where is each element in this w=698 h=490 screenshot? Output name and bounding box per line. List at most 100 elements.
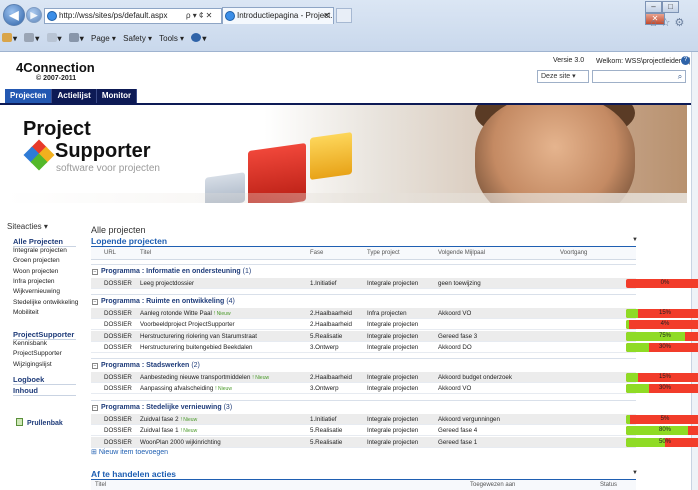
welcome-menu[interactable]: Welkom: WSS\projectleider ▾ |	[596, 57, 690, 65]
leftnav-item[interactable]: Integrale projecten	[13, 247, 67, 254]
safety-menu[interactable]: Safety ▾	[123, 34, 152, 43]
recycle-bin-link[interactable]: Prullenbak	[16, 418, 63, 427]
maximize-button[interactable]: □	[662, 1, 679, 13]
project-title-link[interactable]: Zuidval fase 1! Nieuw	[140, 425, 197, 437]
page-scrollbar[interactable]	[691, 52, 698, 490]
column-header[interactable]: Volgende Mijlpaal	[438, 250, 485, 256]
leftnav-item[interactable]: Mobiliteit	[13, 309, 39, 316]
leftnav-item[interactable]: Wijkvernieuwing	[13, 288, 60, 295]
project-title-link[interactable]: Aanpassing afvalscheiding! Nieuw	[140, 383, 232, 395]
ie-icon	[225, 11, 235, 21]
minimize-button[interactable]: –	[645, 1, 662, 13]
group-count: (1)	[242, 268, 252, 275]
project-title-link[interactable]: Herstructurering buitengebied Beekdalen	[140, 342, 252, 353]
project-title-link[interactable]: Aanbesteding nieuwe transportmiddelen! N…	[140, 372, 269, 384]
column-header[interactable]: Type project	[367, 250, 400, 256]
leftnav-item[interactable]: Woon projecten	[13, 268, 58, 275]
collapse-icon[interactable]: −	[92, 269, 98, 275]
add-new-item-link[interactable]: ⊞ Nieuw item toevoegen	[91, 448, 168, 456]
help-command[interactable]: ▾	[191, 33, 206, 43]
type-cell: Integrale projecten	[367, 427, 419, 435]
new-badge: ! Nieuw	[215, 386, 232, 393]
progress-bar: 4%	[626, 320, 698, 330]
column-header[interactable]: Voortgang	[560, 250, 587, 256]
search-icon[interactable]: ⌕	[675, 71, 685, 82]
new-tab-button[interactable]	[336, 8, 352, 23]
group-header[interactable]: − Programma : Ruimte en ontwikkeling (4)	[91, 294, 636, 307]
dossier-link[interactable]: DOSSIER	[104, 319, 132, 330]
forward-button[interactable]: ▶	[26, 7, 42, 23]
command-bar: ▾ ▾ ▾ ▾ Page ▾ Safety ▾ Tools ▾ ▾	[2, 33, 211, 43]
dossier-link[interactable]: DOSSIER	[104, 331, 132, 342]
recycle-bin-label: Prullenbak	[27, 420, 63, 427]
browser-tab[interactable]: Introductiepagina - Project... ✕	[222, 7, 334, 24]
leftnav-item[interactable]: Kennisbank	[13, 340, 47, 347]
dossier-link[interactable]: DOSSIER	[104, 425, 132, 436]
column-header-toegewezen[interactable]: Toegewezen aan	[470, 482, 515, 488]
dossier-link[interactable]: DOSSIER	[104, 372, 132, 383]
leftnav-item[interactable]: Stedelijke ontwikkeling	[13, 299, 78, 306]
tab-monitor[interactable]: Monitor	[97, 89, 138, 103]
leftnav-item[interactable]: Wijzigingslijst	[13, 361, 52, 368]
dossier-link[interactable]: DOSSIER	[104, 437, 132, 448]
column-header[interactable]: Titel	[140, 250, 151, 256]
project-title-link[interactable]: Aanleg rotonde Witte Paal! Nieuw	[140, 308, 231, 320]
home-icon[interactable]: ⌂	[650, 17, 661, 29]
print-command[interactable]: ▾	[68, 33, 84, 43]
star-icon[interactable]: ☆	[661, 17, 675, 29]
leftnav-item[interactable]: ProjectSupporter	[13, 350, 62, 357]
column-header[interactable]: Fase	[310, 250, 323, 256]
leftnav-heading-1[interactable]: ProjectSupporter	[13, 330, 74, 339]
section-af-te-handelen-acties[interactable]: Af te handelen acties	[91, 469, 176, 479]
section-lopende-projecten[interactable]: Lopende projecten	[91, 236, 167, 246]
leftnav-item[interactable]: Infra projecten	[13, 278, 55, 285]
collapse-icon[interactable]: −	[92, 299, 98, 305]
dossier-link[interactable]: DOSSIER	[104, 342, 132, 353]
site-brand[interactable]: 4Connection	[16, 60, 95, 75]
phase-cell: 2.Haalbaarheid	[310, 321, 352, 329]
progress-bar: 30%	[626, 384, 698, 394]
browser-toolbar-icons: ⌂☆⚙	[650, 16, 688, 29]
tools-menu[interactable]: Tools ▾	[159, 34, 184, 43]
project-title-link[interactable]: Voorbeeldproject ProjectSupporter	[140, 319, 235, 330]
mail-command[interactable]: ▾	[46, 33, 62, 43]
leftnav-item[interactable]: Groen projecten	[13, 257, 60, 264]
column-header[interactable]: URL	[104, 250, 116, 256]
section-menu-icon[interactable]: ▼	[632, 237, 638, 243]
project-title-link[interactable]: Leeg projectdossier	[140, 278, 194, 289]
search-scope-select[interactable]: Deze site ▾	[537, 70, 589, 83]
tab-projecten[interactable]: Projecten	[5, 89, 53, 103]
address-controls[interactable]: ρ ▾ ¢ ✕	[186, 8, 212, 24]
dossier-link[interactable]: DOSSIER	[104, 383, 132, 394]
tab-close-icon[interactable]: ✕	[323, 8, 330, 24]
collapse-icon[interactable]: −	[92, 363, 98, 369]
group-header[interactable]: − Programma : Stadswerken (2)	[91, 358, 636, 371]
dossier-link[interactable]: DOSSIER	[104, 414, 132, 425]
tab-actielijst[interactable]: Actielijst	[52, 89, 97, 103]
collapse-icon[interactable]: −	[92, 405, 98, 411]
group-header[interactable]: − Programma : Informatie en ondersteuning…	[91, 264, 636, 277]
milestone-cell: Gereed fase 3	[438, 332, 478, 340]
page-menu[interactable]: Page ▾	[91, 34, 116, 43]
project-title-link[interactable]: WoonPlan 2000 wijkinrichting	[140, 437, 221, 448]
column-header-status[interactable]: Status	[600, 482, 617, 488]
group-header[interactable]: − Programma : Stedelijke vernieuwing (3)	[91, 400, 636, 413]
tab-title: Introductiepagina - Project...	[237, 11, 334, 20]
dossier-link[interactable]: DOSSIER	[104, 308, 132, 319]
back-button[interactable]: ◀	[3, 4, 25, 26]
dossier-link[interactable]: DOSSIER	[104, 278, 132, 289]
leftnav-heading-3[interactable]: Inhoud	[13, 386, 38, 395]
site-actions-menu[interactable]: Siteacties ▾	[7, 222, 48, 231]
project-title: Aanpassing afvalscheiding	[140, 385, 214, 393]
help-icon[interactable]: ?	[681, 56, 690, 65]
feeds-command[interactable]: ▾	[24, 33, 39, 43]
section-menu-icon[interactable]: ▼	[632, 470, 638, 476]
home-command[interactable]: ▾	[2, 33, 17, 43]
leftnav-heading-2[interactable]: Logboek	[13, 375, 44, 384]
gear-icon[interactable]: ⚙	[675, 17, 689, 29]
search-input[interactable]	[592, 70, 686, 83]
column-header-titel[interactable]: Titel	[95, 482, 106, 488]
project-title-link[interactable]: Zuidval fase 2! Nieuw	[140, 414, 197, 426]
project-title-link[interactable]: Herstructurering riolering van Starumstr…	[140, 331, 257, 342]
leftnav-heading-0[interactable]: Alle Projecten	[13, 237, 63, 246]
